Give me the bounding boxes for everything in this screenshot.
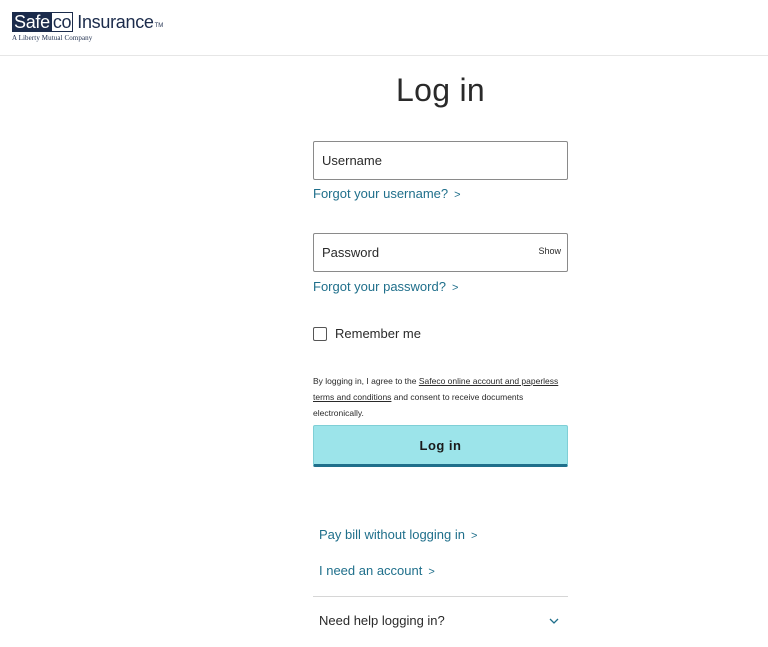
divider xyxy=(313,596,568,597)
forgot-username-link[interactable]: Forgot your username? > xyxy=(313,186,461,201)
login-button[interactable]: Log in xyxy=(313,425,568,467)
help-label: Need help logging in? xyxy=(319,613,445,628)
page-title: Log in xyxy=(396,72,485,108)
need-account-link[interactable]: I need an account > xyxy=(319,563,435,578)
password-field[interactable]: Show xyxy=(313,233,568,272)
chevron-right-icon: > xyxy=(428,566,435,578)
username-input[interactable] xyxy=(314,142,567,179)
help-accordion[interactable]: Need help logging in? xyxy=(319,613,568,628)
chevron-right-icon: > xyxy=(454,189,461,201)
logo-co: co xyxy=(51,12,74,32)
forgot-password-label: Forgot your password? xyxy=(313,279,446,294)
logo-trademark: TM xyxy=(154,23,164,29)
password-input[interactable] xyxy=(314,234,567,271)
show-password-button[interactable]: Show xyxy=(538,246,561,256)
chevron-down-icon xyxy=(549,618,559,624)
chevron-right-icon: > xyxy=(470,530,478,542)
logo-safe: Safe xyxy=(12,12,52,32)
remember-me-checkbox[interactable] xyxy=(313,326,327,341)
terms-prefix: By logging in, I agree to the xyxy=(313,376,419,386)
logo-tagline: A Liberty Mutual Company xyxy=(12,34,93,42)
remember-me-label: Remember me xyxy=(335,326,421,341)
chevron-right-icon: > xyxy=(451,282,459,294)
forgot-username-label: Forgot your username? xyxy=(313,186,449,201)
forgot-password-link[interactable]: Forgot your password? > xyxy=(313,279,458,294)
pay-bill-link[interactable]: Pay bill without logging in > xyxy=(319,527,477,542)
username-field[interactable] xyxy=(313,141,568,180)
logo-wordmark: Safe co Insurance TM xyxy=(12,10,163,32)
need-account-label: I need an account xyxy=(319,563,423,578)
site-header: Safe co Insurance TM A Liberty Mutual Compa… xyxy=(0,0,768,56)
remember-me[interactable]: Remember me xyxy=(313,326,421,341)
logo-insurance: Insurance xyxy=(77,12,154,32)
pay-bill-label: Pay bill without logging in xyxy=(319,527,465,542)
safeco-logo[interactable]: Safe co Insurance TM A Liberty Mutual Compa… xyxy=(12,10,163,42)
terms-text: By logging in, I agree to the Safeco onl… xyxy=(313,373,568,421)
